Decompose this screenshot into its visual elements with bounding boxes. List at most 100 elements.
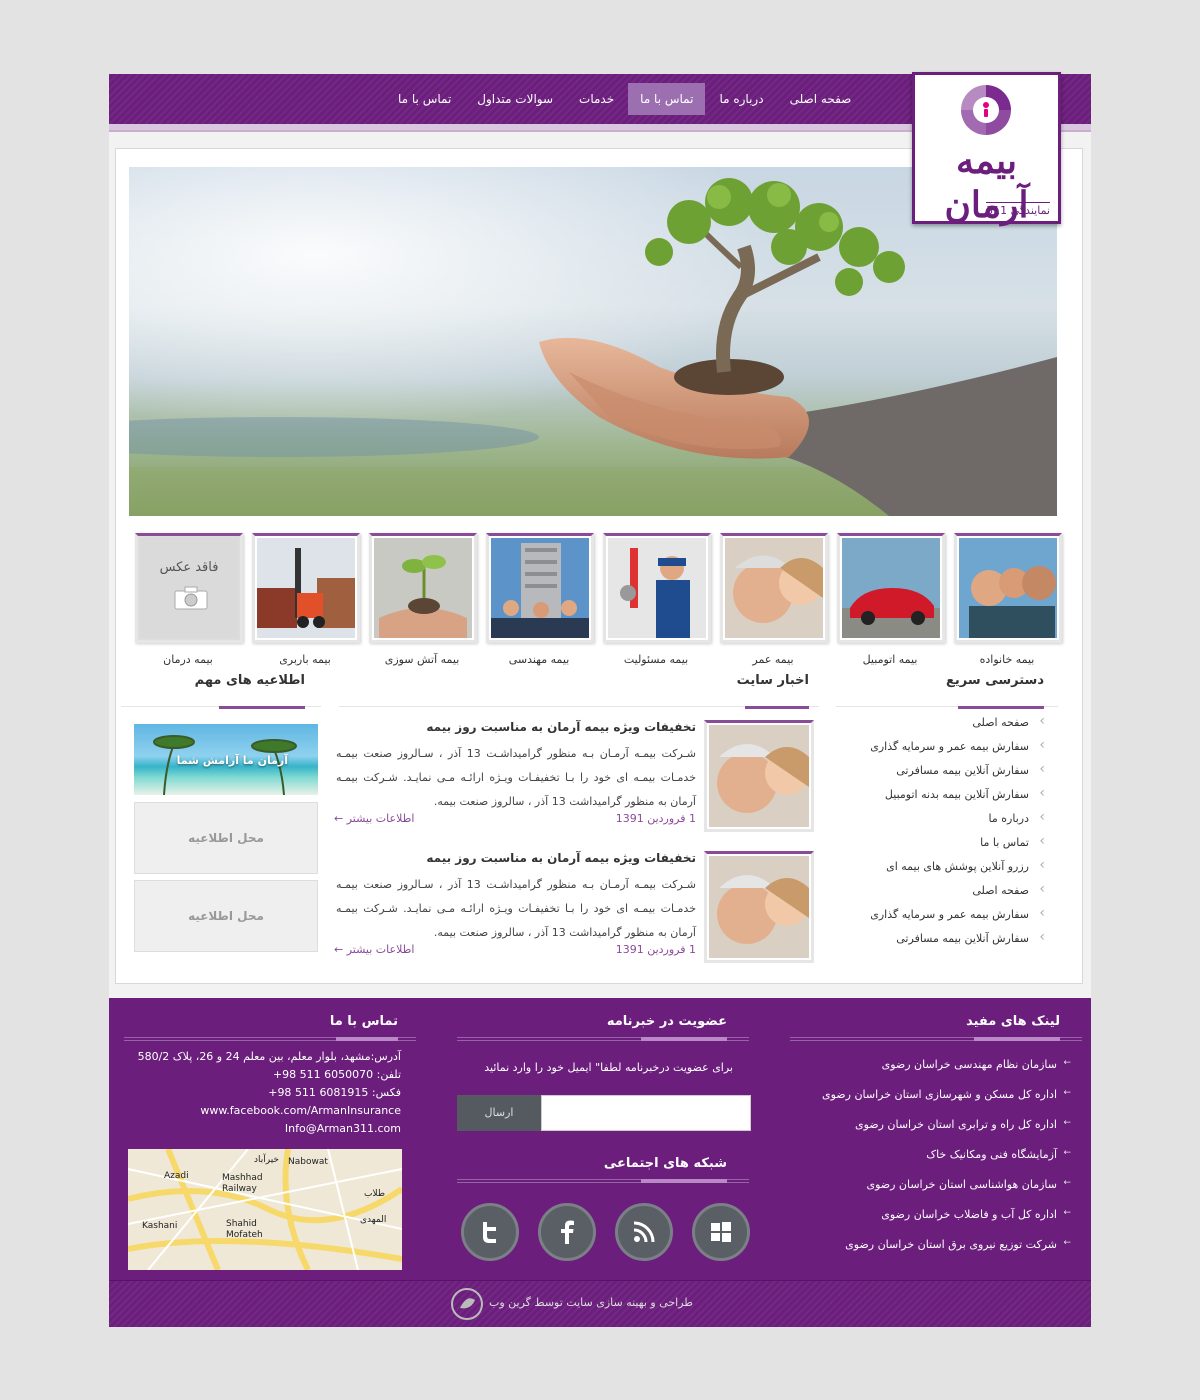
map-label: المهدی [360,1215,387,1225]
quick-link[interactable]: سفارش آنلاین بیمه مسافرتی [853,929,1049,956]
footer-title: عضویت در خبرنامه [606,1014,727,1029]
contact-email[interactable]: Info@Arman311.com [285,1122,401,1135]
family-photo [959,538,1057,638]
nav-services[interactable]: خدمات [567,83,626,115]
quick-link[interactable]: سفارش آنلاین بیمه مسافرتی [853,761,1049,788]
notice-slot[interactable]: محل اطلاعیه [134,802,318,874]
service-life[interactable]: بیمه عمر [720,533,828,666]
map-label: Kashani [142,1221,178,1231]
notice-slot[interactable]: محل اطلاعیه [134,880,318,952]
news-title[interactable]: تخفیفات ویژه بیمه آرمان به مناسبت روز بی… [426,851,696,865]
contact-header: تماس با ما [124,1006,416,1041]
promo-banner[interactable]: آرمان ما آرامش شما [134,724,318,795]
quick-link[interactable]: صفحه اصلی [853,881,1049,908]
news-item: تخفیفات ویژه بیمه آرمان به مناسبت روز بی… [334,720,814,842]
section-accent [958,706,1044,709]
service-label: بیمه عمر [752,653,794,666]
windows-icon[interactable] [692,1203,750,1261]
service-family[interactable]: بیمه خانواده [954,533,1062,666]
footer-title: تماس با ما [329,1014,398,1029]
news-thumbnail[interactable] [704,851,814,963]
quick-link[interactable]: سفارش بیمه عمر و سرمایه گذاری [853,737,1049,764]
service-liability[interactable]: بیمه مسئولیت [603,533,711,666]
useful-link[interactable]: سازمان نظام مهندسی خراسان رضوی [799,1058,1071,1088]
camera-icon [174,586,208,610]
contact-fax: فکس: 6081915 511 98+ [268,1086,401,1099]
news-more-link[interactable]: اطلاعات بیشتر ← [334,812,414,825]
newsletter-header: عضویت در خبرنامه [457,1006,749,1041]
news-date: 1 فروردین 1391 [615,812,696,825]
service-fire[interactable]: بیمه آتش سوزی [369,533,477,666]
nav-contact-active[interactable]: تماس با ما [628,83,706,115]
quick-access-header: دسترسی سریع [836,670,1058,709]
copyright-text: طراحی و بهینه سازی سایت توسط گرین وب [489,1296,694,1309]
useful-link[interactable]: اداره کل مسکن و شهرسازی استان خراسان رضو… [799,1088,1071,1118]
section-accent [219,706,305,709]
brand-logo[interactable]: بیمه آرمان نمایندگی 311 [912,72,1061,226]
useful-links-list: سازمان نظام مهندسی خراسان رضوی اداره کل … [799,1058,1071,1268]
section-title: دسترسی سریع [946,673,1044,688]
cargo-photo [257,538,355,638]
logo-mark-icon [961,85,1011,135]
useful-link[interactable]: اداره کل راه و ترابری استان خراسان رضوی [799,1118,1071,1148]
logo-subtitle: نمایندگی 311 [986,202,1050,217]
news-date: 1 فروردین 1391 [615,943,696,956]
section-title: اخبار سایت [736,673,809,688]
nav-faq[interactable]: سوالات متداول [465,83,565,115]
section-title: اطلاعیه های مهم [194,673,305,688]
nav-contact[interactable]: تماس با ما [386,83,463,115]
newsletter-form: ارسال [457,1095,751,1131]
no-photo-placeholder: فاقد عکس [140,538,238,638]
newsletter-submit-button[interactable]: ارسال [457,1095,541,1131]
banner-caption: آرمان ما آرامش شما [176,754,288,767]
news-item: تخفیفات ویژه بیمه آرمان به مناسبت روز بی… [334,851,814,973]
arrow-left-icon: ← [334,812,344,825]
fire-photo [374,538,472,638]
car-photo [842,538,940,638]
useful-link[interactable]: اداره کل آب و فاضلاب خراسان رضوی [799,1208,1071,1238]
quick-link[interactable]: سفارش بیمه عمر و سرمایه گذاری [853,905,1049,932]
nav-about[interactable]: درباره ما [707,83,775,115]
facebook-icon[interactable] [538,1203,596,1261]
no-photo-text: فاقد عکس [159,560,219,575]
nav-home[interactable]: صفحه اصلی [778,83,864,115]
more-label: اطلاعات بیشتر [346,812,415,825]
twitter-icon[interactable] [461,1203,519,1261]
useful-link[interactable]: آزمایشگاه فنی ومکانیک خاک [799,1148,1071,1178]
page: صفحه اصلی درباره ما تماس با ما خدمات سوا… [109,72,1091,1327]
quick-link[interactable]: صفحه اصلی [853,713,1049,740]
quick-link[interactable]: رزرو آنلاین پوشش های بیمه ای [853,857,1049,884]
service-car[interactable]: بیمه اتومبیل [837,533,945,666]
footer: لینک های مفید سازمان نظام مهندسی خراسان … [109,998,1091,1327]
map-roads [128,1149,402,1270]
contact-address: آدرس:مشهد، بلوار معلم، بین معلم 24 و 26،… [137,1050,401,1063]
service-label: بیمه مسئولیت [623,653,689,666]
news-photo [709,856,809,958]
map-label: طلاب [364,1189,386,1199]
liability-photo [608,538,706,638]
newsletter-email-input[interactable] [541,1095,751,1131]
useful-link[interactable]: شرکت توزیع نیروی برق استان خراسان رضوی [799,1238,1071,1268]
useful-link[interactable]: سازمان هواشناسی استان خراسان رضوی [799,1178,1071,1208]
main-nav: صفحه اصلی درباره ما تماس با ما خدمات سوا… [384,83,863,115]
location-map[interactable]: Nabowat Mashhad Railway Shahid Mofateh K… [128,1149,402,1270]
service-engineering[interactable]: بیمه مهندسی [486,533,594,666]
news-title[interactable]: تخفیفات ویژه بیمه آرمان به مناسبت روز بی… [426,720,696,734]
map-label: Azadi [164,1171,189,1181]
quick-link[interactable]: تماس با ما [853,833,1049,860]
service-label: بیمه مهندسی [508,653,570,666]
life-photo [725,538,823,638]
news-body: شـرکت بیمـه آرمـان بـه منظور گرامیداشـت … [336,878,697,939]
news-more-link[interactable]: اطلاعات بیشتر ← [334,943,414,956]
quick-link[interactable]: سفارش آنلاین بیمه بدنه اتومبیل [853,785,1049,812]
map-label: Nabowat [288,1157,328,1167]
contact-facebook[interactable]: www.facebook.com/ArmanInsurance [200,1104,401,1117]
news-thumbnail[interactable] [704,720,814,832]
rss-icon[interactable] [615,1203,673,1261]
service-cargo[interactable]: بیمه باربری [252,533,360,666]
news-header: اخبار سایت [339,670,819,709]
copyright-bar: طراحی و بهینه سازی سایت توسط گرین وب [109,1280,1091,1327]
service-health[interactable]: فاقد عکس بیمه درمان [135,533,243,666]
more-label: اطلاعات بیشتر [346,943,415,956]
quick-link[interactable]: درباره ما [853,809,1049,836]
